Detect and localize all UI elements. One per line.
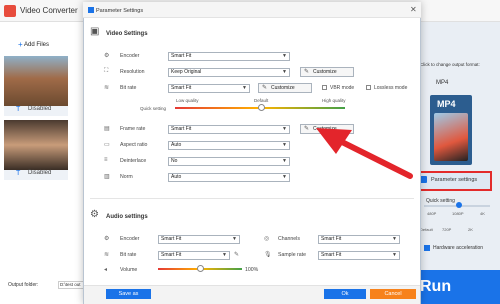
quick-setting-label: Quick setting (426, 198, 455, 204)
format-tile-image (434, 113, 468, 161)
encoder-label: Encoder (120, 53, 140, 59)
pencil-icon: ✎ (304, 126, 310, 132)
subtitle-icon[interactable]: T (16, 170, 20, 177)
channels-label: Channels (278, 236, 300, 242)
format-tile-label: MP4 (437, 99, 456, 109)
high-quality-label: High quality (322, 98, 346, 103)
video-thumbnail[interactable] (4, 120, 68, 170)
resolution-label: Resolution (120, 69, 145, 75)
deinterlace-select[interactable]: No ▼ (168, 157, 290, 166)
resolution-icon: ⛶ (104, 68, 109, 74)
microphone-icon: 🎙 (264, 252, 272, 258)
app-title: Video Converter (20, 6, 78, 15)
audio-bitrate-select[interactable]: Smart Fit ▼ (158, 251, 230, 260)
pencil-icon[interactable]: ✎ (234, 251, 239, 258)
dialog-icon (88, 7, 94, 13)
ok-button[interactable]: Ok (324, 289, 366, 299)
format-caption: Click to change output format: (420, 62, 480, 67)
low-quality-label: Low quality (176, 98, 199, 103)
parameter-settings-label: Parameter settings (431, 177, 478, 183)
close-icon[interactable]: ✕ (410, 5, 417, 14)
frame-rate-icon: ▤ (104, 126, 110, 132)
output-format-label: MP4 (436, 80, 449, 86)
norm-icon: ▥ (104, 174, 110, 180)
hardware-acceleration-icon[interactable] (424, 245, 430, 251)
video-thumbnail[interactable] (4, 56, 68, 106)
deinterlace-label: Deinterlace (120, 158, 147, 164)
pencil-icon: ✎ (262, 85, 268, 91)
cancel-button[interactable]: Cancel (370, 289, 416, 299)
video-bitrate-select[interactable]: Smart Fit ▼ (168, 84, 250, 93)
resolution-customize-button[interactable]: ✎ Customize (300, 67, 354, 77)
pencil-icon: ✎ (304, 69, 310, 75)
sample-rate-label: Sample rate (278, 252, 306, 258)
tick-label: Default (420, 227, 433, 232)
lossless-mode-checkbox[interactable] (366, 85, 371, 90)
tick-label: 1080P (452, 211, 464, 216)
audio-bitrate-label: Bit rate (120, 252, 137, 258)
bitrate-icon: ≋ (104, 85, 110, 91)
status-label: Disabled (28, 106, 52, 112)
volume-value: 100% (245, 267, 259, 273)
output-folder-label: Output folder: (8, 282, 39, 288)
settings-icon (420, 176, 427, 183)
aspect-ratio-label: Aspect ratio (120, 142, 148, 148)
encoder-icon: ⚙ (104, 53, 110, 59)
subtitle-icon[interactable]: T (16, 106, 20, 113)
bitrate-label: Bit rate (120, 85, 137, 91)
deinterlace-icon: ≡ (104, 157, 108, 163)
aspect-ratio-select[interactable]: Auto ▼ (168, 141, 290, 150)
add-icon[interactable]: + (18, 40, 23, 49)
channels-select[interactable]: Smart Fit ▼ (318, 235, 400, 244)
lossless-mode-label: Lossless mode (374, 85, 408, 91)
audio-encoder-icon: ⚙ (104, 236, 110, 242)
quick-setting-label: Quick setting (140, 106, 167, 111)
section-divider (90, 198, 414, 199)
video-settings-icon: ▣ (90, 26, 100, 37)
tick-label: 2K (468, 227, 473, 232)
audio-bitrate-icon: ≋ (104, 252, 110, 258)
audio-encoder-label: Encoder (120, 236, 140, 242)
resolution-select[interactable]: Keep Original ▼ (168, 68, 290, 77)
channels-icon: ◎ (264, 236, 270, 242)
app-logo-icon (4, 5, 16, 17)
quick-setting-knob[interactable] (456, 202, 462, 208)
list-item-status: T Disabled (4, 170, 68, 180)
volume-icon: ◂ (104, 267, 108, 273)
default-quality-label: Default (254, 98, 269, 103)
frame-rate-customize-button[interactable]: ✎ Customize (300, 124, 354, 134)
add-files-button[interactable]: Add Files (24, 42, 49, 48)
bitrate-customize-button[interactable]: ✎ Customize (258, 83, 312, 93)
norm-label: Norm (120, 174, 133, 180)
aspect-ratio-icon: ▭ (104, 142, 110, 148)
run-label: Run (420, 278, 452, 295)
status-label: Disabled (28, 170, 52, 176)
frame-rate-label: Frame rate (120, 126, 146, 132)
tick-label: 4K (480, 211, 485, 216)
video-settings-title: Video Settings (106, 31, 148, 37)
hardware-acceleration-label: Hardware acceleration (433, 245, 484, 251)
list-item-status: T Disabled (4, 106, 68, 116)
tick-label: 480P (427, 211, 437, 216)
volume-slider-knob[interactable] (196, 265, 204, 272)
video-encoder-select[interactable]: Smart Fit ▼ (168, 52, 290, 61)
audio-encoder-select[interactable]: Smart Fit ▼ (158, 235, 240, 244)
save-as-button[interactable]: Save as (106, 289, 151, 299)
vbr-mode-checkbox[interactable] (322, 85, 327, 90)
sample-rate-select[interactable]: Smart Fit ▼ (318, 251, 400, 260)
quality-slider-knob[interactable] (258, 104, 265, 111)
dialog-title: Parameter Settings (96, 8, 144, 14)
vbr-mode-label: VBR mode (330, 85, 355, 91)
tick-label: 720P (442, 227, 452, 232)
audio-settings-icon: ⚙ (90, 209, 99, 220)
volume-label: Volume (120, 267, 138, 273)
frame-rate-select[interactable]: Smart Fit ▼ (168, 125, 290, 134)
norm-select[interactable]: Auto ▼ (168, 173, 290, 182)
audio-settings-title: Audio settings (106, 214, 148, 220)
